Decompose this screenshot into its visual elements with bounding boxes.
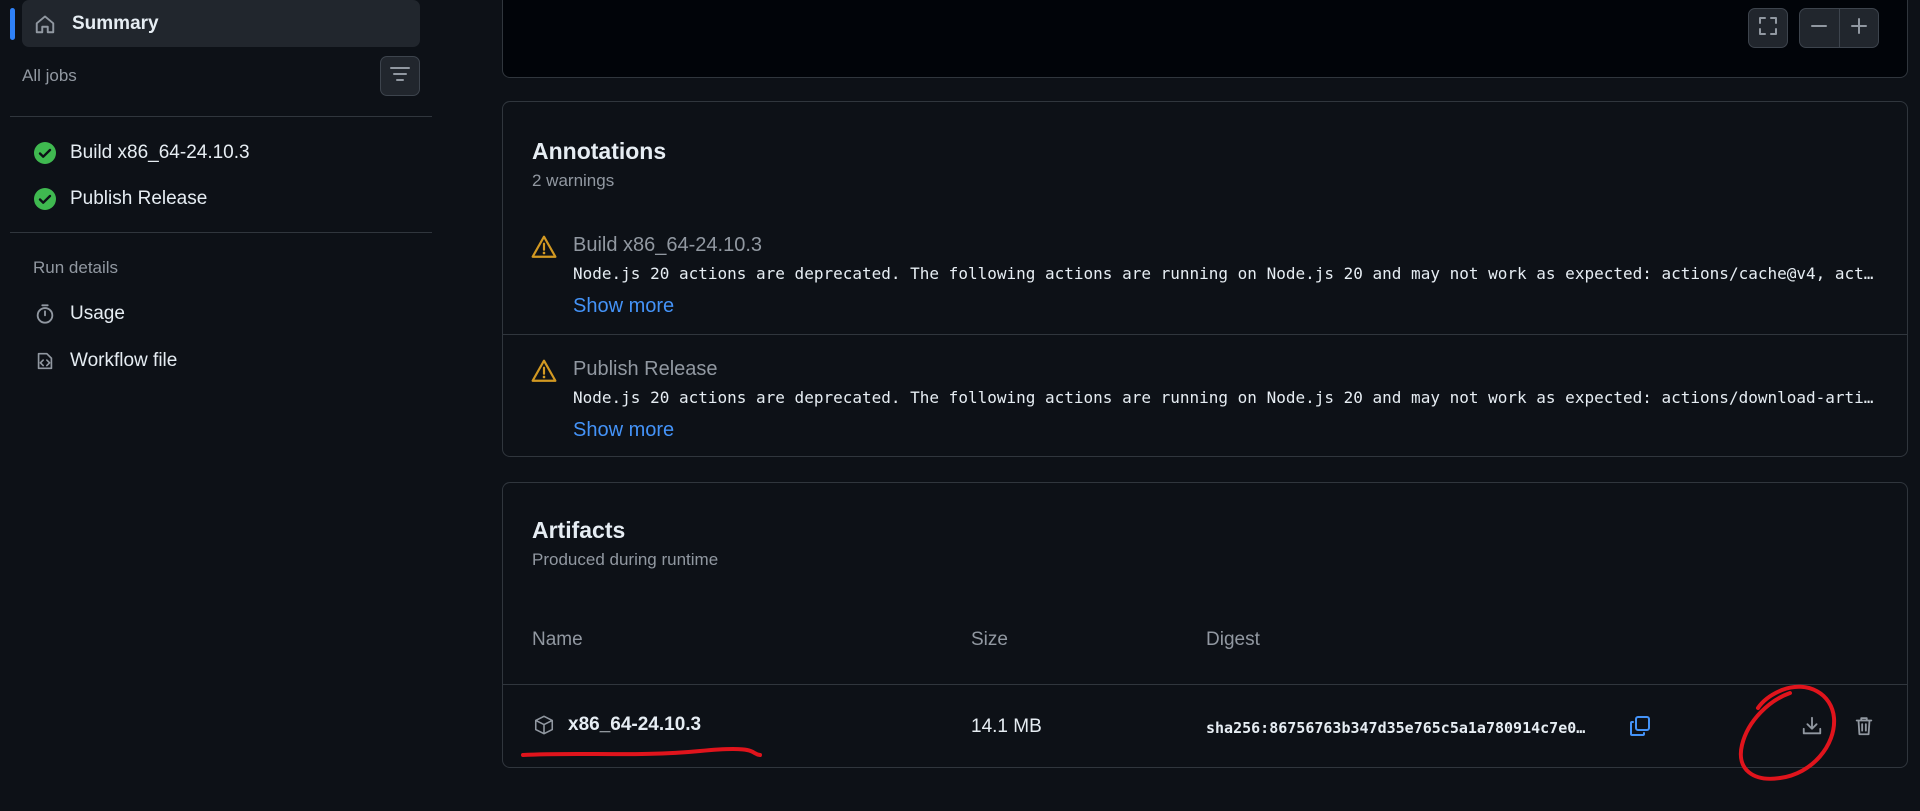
sidebar-item-job-publish[interactable]: Publish Release [32,183,207,215]
minus-icon [1810,17,1828,40]
download-icon [1801,715,1823,742]
artifacts-panel: Artifacts Produced during runtime Name S… [502,482,1908,768]
all-jobs-heading: All jobs [22,66,77,85]
fullscreen-button[interactable] [1748,8,1788,48]
artifact-digest: sha256:86756763b347d35e765c5a1a780914c7e… [1206,719,1586,737]
sidebar-item-label: Usage [70,303,125,324]
artifacts-title: Artifacts [532,517,626,543]
column-header-name: Name [532,629,583,650]
sidebar-item-workflow-file[interactable]: Workflow file [32,345,177,377]
stopwatch-icon [32,301,58,327]
zoom-controls [1799,8,1879,48]
package-icon [532,713,556,737]
check-circle-icon [32,140,58,166]
sidebar-item-label: Workflow file [70,350,178,371]
run-details-heading: Run details [33,258,119,277]
sidebar-divider [10,232,432,233]
artifact-name-link[interactable]: x86_64-24.10.3 [532,713,701,737]
annotation-message: Node.js 20 actions are deprecated. The f… [573,388,1874,407]
column-header-digest: Digest [1206,629,1260,650]
plus-icon [1850,17,1868,40]
sidebar-item-label: Summary [72,12,159,34]
show-more-link[interactable]: Show more [573,295,674,318]
zoom-in-button[interactable] [1839,9,1878,47]
column-header-size: Size [971,629,1008,650]
sidebar-item-job-build[interactable]: Build x86_64-24.10.3 [32,137,250,169]
fullscreen-icon [1758,16,1778,41]
filter-icon [390,66,410,87]
check-circle-icon [32,186,58,212]
annotations-subtitle: 2 warnings [532,171,615,190]
annotations-title: Annotations [532,138,667,164]
copy-icon [1628,714,1652,743]
filter-button[interactable] [380,56,420,96]
warning-icon [531,234,557,260]
active-indicator [10,8,15,40]
artifacts-subtitle: Produced during runtime [532,550,719,569]
annotation-item: Publish Release Node.js 20 actions are d… [503,330,1907,454]
job-label: Publish Release [70,188,208,209]
job-label: Build x86_64-24.10.3 [70,142,250,163]
annotation-message: Node.js 20 actions are deprecated. The f… [573,264,1874,283]
warning-icon [531,358,557,384]
workflow-graph-panel [502,0,1908,78]
table-divider [503,684,1907,685]
sidebar: Summary All jobs Build x86_64-24.10.3 Pu… [0,0,432,811]
show-more-link[interactable]: Show more [573,419,674,442]
download-artifact-button[interactable] [1795,711,1829,745]
sidebar-item-usage[interactable]: Usage [32,298,125,330]
artifact-name: x86_64-24.10.3 [568,714,702,735]
copy-digest-button[interactable] [1625,713,1655,743]
sidebar-item-summary[interactable]: Summary [22,0,420,47]
home-icon [32,11,58,37]
trash-icon [1853,715,1875,742]
annotation-title: Publish Release [573,358,718,380]
delete-artifact-button[interactable] [1847,711,1881,745]
zoom-out-button[interactable] [1800,9,1839,47]
annotations-panel: Annotations 2 warnings Build x86_64-24.1… [502,101,1908,457]
annotation-item: Build x86_64-24.10.3 Node.js 20 actions … [503,206,1907,330]
annotation-title: Build x86_64-24.10.3 [573,234,763,256]
artifact-size: 14.1 MB [971,716,1042,737]
file-code-icon [32,348,58,374]
sidebar-divider [10,116,432,117]
